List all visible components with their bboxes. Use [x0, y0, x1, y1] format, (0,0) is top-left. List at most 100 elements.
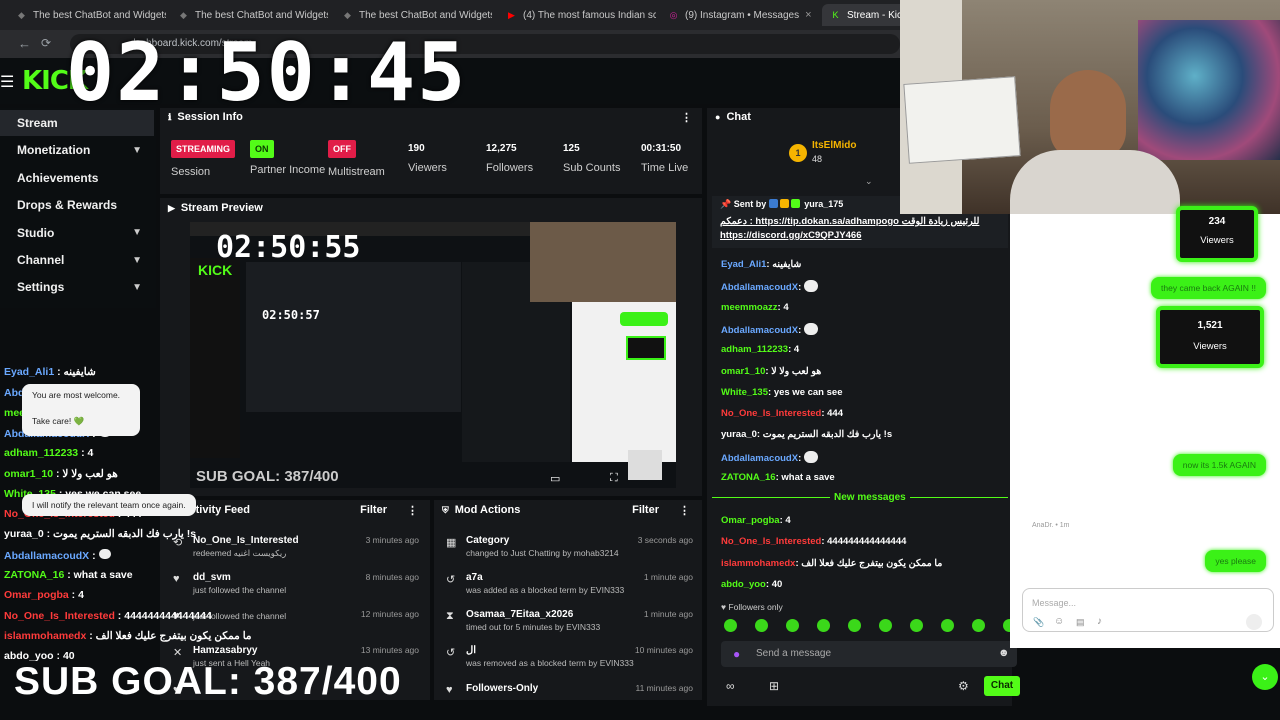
sidebar-item-label: Stream	[17, 116, 58, 130]
chat-username[interactable]: abdo_yoo	[721, 579, 766, 590]
chat-username[interactable]: AbdallamacoudX	[721, 453, 798, 464]
sidebar-item-studio[interactable]: Studio ▼	[0, 220, 154, 246]
infinity-icon[interactable]: ∞	[726, 679, 735, 693]
emote-icon[interactable]	[786, 619, 799, 632]
emoji-icon[interactable]: ☺	[1054, 616, 1064, 627]
emote-icon[interactable]	[724, 619, 737, 632]
sidebar-item-drops-rewards[interactable]: Drops & Rewards	[0, 192, 154, 218]
menu-icon[interactable]: ☰	[0, 72, 14, 92]
chat-username[interactable]: omar1_10	[721, 366, 765, 377]
chat-username[interactable]: meemmoazz	[721, 302, 778, 313]
chevron-down-icon[interactable]: ⌄	[1252, 664, 1278, 690]
chat-username[interactable]: Eyad_Ali1	[721, 259, 766, 270]
viewers-box-2-value: 1,521	[1197, 320, 1223, 331]
chat-text: 40	[771, 578, 783, 590]
shield-icon: ⛨	[442, 504, 449, 515]
pin-icon: 📌	[720, 199, 732, 209]
feed-item-time: 10 minutes ago	[634, 645, 693, 655]
emote-icon[interactable]	[817, 619, 830, 632]
mod-actions-title: Mod Actions	[454, 504, 521, 516]
send-icon[interactable]	[1246, 614, 1262, 630]
mod-filter-button[interactable]: Filter	[632, 504, 659, 516]
time-stat: 00:31:50 Time Live	[641, 143, 688, 174]
preview-viewers-box	[626, 336, 666, 360]
chat-username[interactable]: AbdallamacoudX	[721, 282, 798, 293]
overlay-chat-username: islammohamedx	[4, 629, 87, 642]
chat-username[interactable]: AbdallamacoudX	[721, 325, 798, 336]
feed-item: ↺ ال was removed as a blocked term by EVIN…	[446, 645, 693, 668]
chat-username[interactable]: No_One_Is_Interested	[721, 536, 821, 547]
back-icon[interactable]: ←	[18, 36, 31, 51]
emote-icon[interactable]	[879, 619, 892, 632]
chat-username[interactable]: Omar_pogba	[721, 515, 780, 526]
overlay-chat-separator: :	[68, 589, 79, 602]
gift-icon[interactable]: ⊞	[769, 679, 779, 693]
more-icon[interactable]: ⋮	[407, 504, 418, 517]
partner-toggle[interactable]: ON	[250, 140, 274, 158]
pip-icon[interactable]: ▭	[550, 472, 560, 485]
viewers-box-2-label: Viewers	[1193, 341, 1227, 352]
more-icon[interactable]: ⋮	[681, 111, 692, 124]
subs-value: 125	[563, 143, 580, 154]
activity-feed-header: ✦ Activity Feed Filter ⋮	[160, 500, 430, 520]
preview-video[interactable]: KICK 02:50:55 02:50:57 SUB GOAL: 387/400…	[190, 222, 676, 488]
more-icon[interactable]: ⋮	[679, 504, 690, 517]
browser-tab[interactable]: ◆The best ChatBot and Widgets×	[8, 4, 166, 26]
chat-send-button[interactable]: Chat	[984, 676, 1020, 696]
emote-icon[interactable]	[972, 619, 985, 632]
chat-username[interactable]: islammohamedx	[721, 558, 795, 569]
chat-text: ما ممكن يكون بيتفرج عليك فعلا الف	[801, 557, 943, 569]
sidebar-item-monetization[interactable]: Monetization ▼	[0, 137, 154, 163]
pinned-count: 48	[812, 154, 823, 164]
activity-filter-button[interactable]: Filter	[360, 504, 387, 516]
settings-gear-icon[interactable]: ⚙	[958, 679, 969, 693]
chat-message: islammohamedx: ما ممكن يكون بيتفرج عليك …	[721, 558, 942, 569]
chat-username[interactable]: adham_112233	[721, 344, 788, 355]
sidebar-item-channel[interactable]: Channel ▼	[0, 247, 154, 273]
close-icon[interactable]: ×	[805, 9, 811, 21]
viewers-stat: 190 Viewers	[408, 143, 447, 174]
stream-timer: 02:50:45	[66, 26, 468, 119]
chat-message: yuraa_0: يارب فك الدبقه الستريم يموت !s	[721, 429, 892, 440]
sent-by-user[interactable]: yura_175	[804, 199, 843, 209]
attach-icon[interactable]: 📎	[1033, 617, 1044, 628]
chat-username[interactable]: yuraa_0	[721, 429, 757, 440]
microphone-icon[interactable]: ♪	[1097, 616, 1102, 627]
pinned-text-line2[interactable]: https://discord.gg/xC9QPJY466	[720, 230, 861, 241]
feed-item-time: 11 minutes ago	[635, 683, 694, 693]
browser-tab[interactable]: ▶(4) The most famous Indian sc×	[498, 4, 656, 26]
received-message-2: I will notify the relevant team once aga…	[22, 494, 196, 516]
pinned-user[interactable]: ItsElMido	[812, 140, 856, 151]
chat-username[interactable]: ZATONA_16	[721, 472, 776, 483]
gif-icon[interactable]: ▤	[1076, 617, 1085, 628]
reload-icon[interactable]: ⟳	[41, 36, 51, 50]
emoji-icon[interactable]: ☻	[998, 647, 1010, 659]
browser-tab[interactable]: ◎ (9) Instagram • Messages ×	[660, 4, 818, 26]
streaming-badge: STREAMING	[171, 140, 235, 158]
browser-tab[interactable]: ◆The best ChatBot and Widgets×	[334, 4, 492, 26]
overlay-chat-message: islammohamedx : ما ممكن يكون بيتفرج عليك…	[4, 630, 252, 642]
kick-icon: K	[832, 9, 839, 20]
overlay-chat-username: ZATONA_16	[4, 569, 65, 581]
webcam-overlay	[900, 0, 1280, 214]
mic-icon[interactable]: ●	[733, 647, 740, 661]
preview-inner-timer: 02:50:57	[262, 308, 320, 322]
browser-tab-title: (4) The most famous Indian sc	[523, 9, 656, 21]
chat-username[interactable]: White_135	[721, 387, 768, 398]
multistream-stat: OFF Multistream	[328, 140, 385, 178]
collapse-chevron-icon[interactable]: ⌄	[865, 176, 873, 187]
chat-username[interactable]: No_One_Is_Interested	[721, 408, 821, 419]
emote-icon[interactable]	[848, 619, 861, 632]
emote-icon[interactable]	[910, 619, 923, 632]
sidebar-item-settings[interactable]: Settings ▼	[0, 274, 154, 300]
chevron-down-icon: ▼	[132, 227, 142, 239]
partner-stat: ON Partner Income	[250, 140, 325, 176]
sidebar-item-achievements[interactable]: Achievements	[0, 165, 154, 191]
fullscreen-icon[interactable]: ⛶	[610, 472, 618, 485]
emote-icon[interactable]	[941, 619, 954, 632]
browser-tab[interactable]: ◆The best ChatBot and Widgets×	[170, 4, 328, 26]
emote-icon[interactable]	[755, 619, 768, 632]
multistream-toggle[interactable]: OFF	[328, 140, 356, 158]
pinned-text-line1[interactable]: دعمكم : https://tip.dokan.sa/adhampogo ل…	[720, 216, 1008, 227]
overlay-chat-text: ما ممكن يكون بيتفرج عليك فعلا الف	[95, 629, 252, 642]
